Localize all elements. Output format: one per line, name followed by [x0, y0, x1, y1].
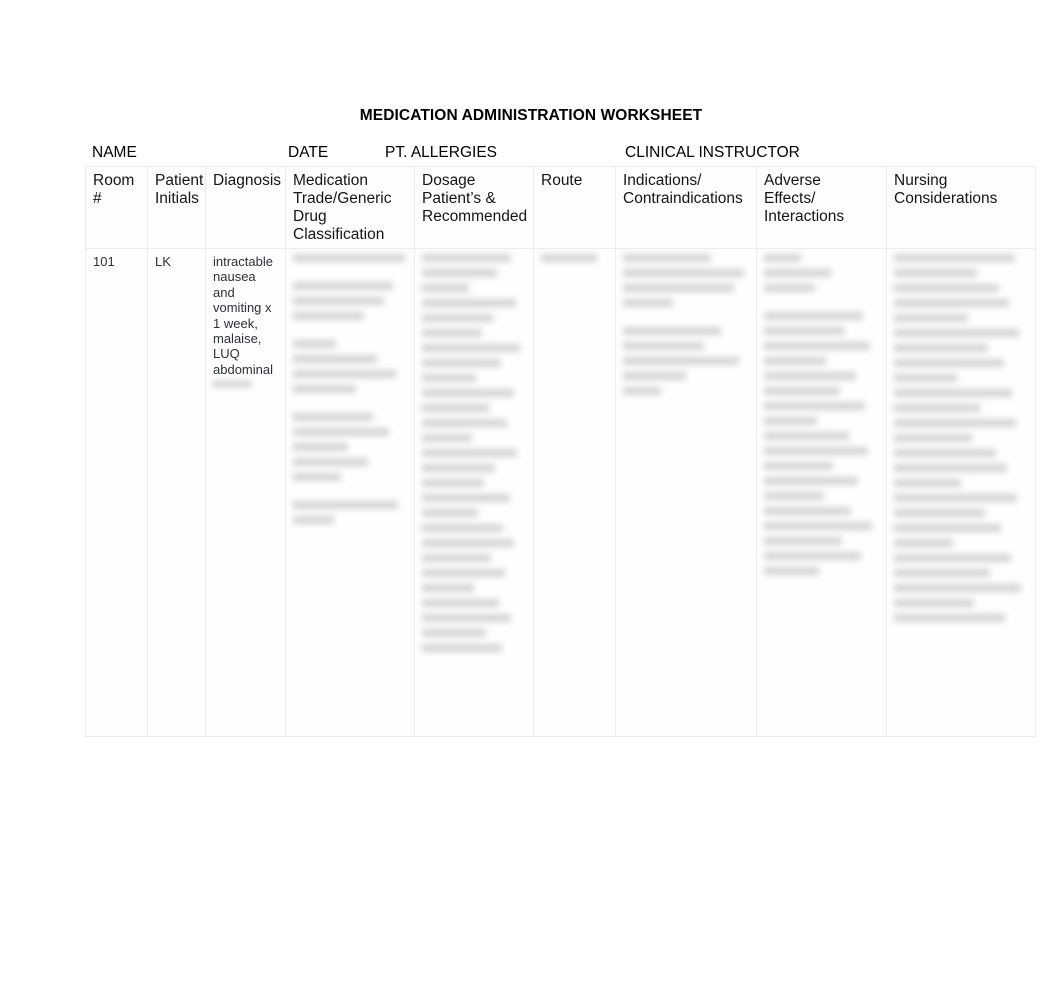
page-title: MEDICATION ADMINISTRATION WORKSHEET: [359, 107, 703, 124]
table-row: 101 LK intractable nausea and vomiting x…: [85, 248, 1036, 737]
medication-worksheet-table: Room # Patient Initials Diagnosis Medica…: [85, 166, 1036, 737]
cell-dosage: [414, 248, 534, 737]
column-header-dosage: Dosage Patient’s & Recommended: [414, 166, 534, 249]
column-header-medication: Medication Trade/Generic Drug Classifica…: [285, 166, 415, 249]
column-header-patient-initials: Patient Initials: [147, 166, 206, 249]
allergies-field-label: PT. ALLERGIES: [385, 144, 497, 161]
header-line: Effects/: [764, 190, 816, 207]
date-field-label: DATE: [288, 144, 329, 161]
redacted-text-block: [213, 380, 278, 389]
header-line: Recommended: [422, 208, 528, 225]
header-line: Trade/Generic: [293, 190, 392, 207]
header-line: Route: [541, 172, 583, 189]
header-line: Patient’s &: [422, 190, 496, 207]
cell-adverse-effects: [756, 248, 887, 737]
header-line: Room: [93, 172, 135, 189]
column-header-diagnosis: Diagnosis: [205, 166, 286, 249]
header-line: Dosage: [422, 172, 476, 189]
column-header-adverse-effects: Adverse Effects/ Interactions: [756, 166, 887, 249]
header-line: Contraindications: [623, 190, 743, 207]
header-line: #: [93, 190, 102, 207]
header-line: Adverse: [764, 172, 821, 189]
name-field-label: NAME: [92, 144, 137, 161]
header-line: Drug: [293, 208, 327, 225]
header-line: Indications/: [623, 172, 702, 189]
column-header-route: Route: [533, 166, 616, 249]
clinical-instructor-field-label: CLINICAL INSTRUCTOR: [625, 144, 800, 161]
redacted-text-block: [541, 254, 608, 262]
redacted-text-block: [623, 254, 749, 395]
redacted-text-block: [894, 254, 1028, 622]
redacted-text-block: [293, 254, 407, 524]
diagnosis-text: intractable nausea and vomiting x 1 week…: [213, 254, 273, 377]
column-header-nursing-considerations: Nursing Considerations: [886, 166, 1036, 249]
header-line: Initials: [155, 190, 199, 207]
cell-route: [533, 248, 616, 737]
header-line: Interactions: [764, 208, 845, 225]
table-header-row: Room # Patient Initials Diagnosis Medica…: [85, 166, 1036, 249]
redacted-text-block: [422, 254, 526, 652]
cell-indications: [615, 248, 757, 737]
header-line: Considerations: [894, 190, 998, 207]
cell-patient-initials: LK: [147, 248, 206, 737]
cell-diagnosis: intractable nausea and vomiting x 1 week…: [205, 248, 286, 737]
cell-nursing-considerations: [886, 248, 1036, 737]
header-line: Patient: [155, 172, 204, 189]
header-line: Nursing: [894, 172, 948, 189]
redacted-text-block: [764, 254, 879, 575]
cell-room-number: 101: [85, 248, 148, 737]
column-header-room: Room #: [85, 166, 148, 249]
cell-medication: [285, 248, 415, 737]
header-line: Diagnosis: [213, 172, 282, 189]
form-field-labels: NAME DATE PT. ALLERGIES CLINICAL INSTRUC…: [85, 144, 1035, 166]
column-header-indications: Indications/ Contraindications: [615, 166, 757, 249]
header-line: Medication: [293, 172, 368, 189]
header-line: Classification: [293, 226, 385, 243]
